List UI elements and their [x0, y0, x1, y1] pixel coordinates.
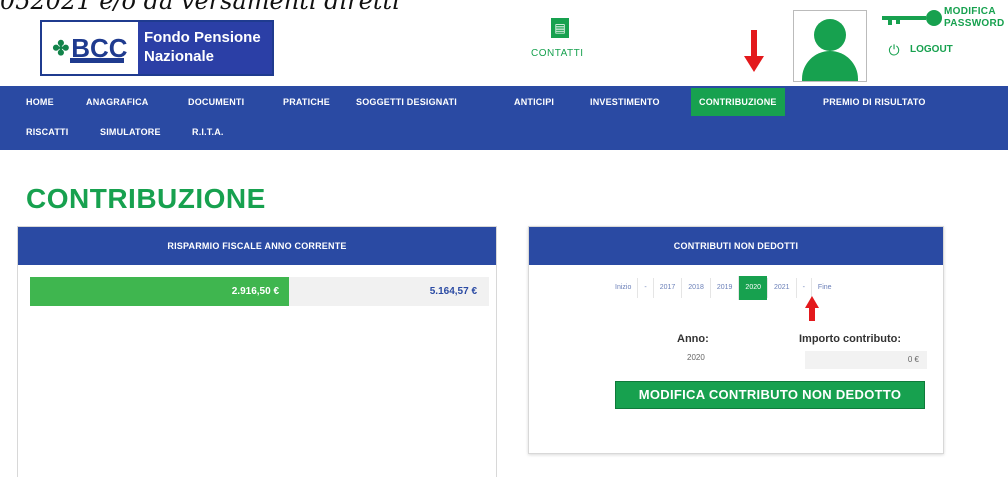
avatar-body [802, 51, 858, 81]
pager-next[interactable]: - [795, 278, 811, 298]
logo-name-line1: Fondo Pensione [144, 29, 261, 46]
nav-rita[interactable]: R.I.T.A. [184, 118, 232, 146]
annotation-arrow-head [744, 56, 764, 72]
pager-year-2018[interactable]: 2018 [681, 278, 710, 298]
importo-field: 0 € [805, 351, 927, 369]
avatar-head [814, 19, 846, 51]
nav-anagrafica[interactable]: ANAGRAFICA [78, 88, 157, 116]
main-navbar: HOME ANAGRAFICA DOCUMENTI PRATICHE SOGGE… [0, 86, 1008, 150]
annotation-arrow-shaft [751, 30, 757, 58]
key-icon[interactable] [882, 10, 944, 26]
power-icon[interactable]: ⏻ [886, 42, 902, 58]
risparmio-progress-bar: 2.916,50 € 5.164,57 € [30, 277, 489, 306]
pager-year-2020[interactable]: 2020 [738, 276, 767, 300]
anno-value: 2020 [687, 353, 705, 362]
pager-year-2017[interactable]: 2017 [652, 278, 682, 298]
risparmio-fiscale-panel: RISPARMIO FISCALE ANNO CORRENTE 2.916,50… [17, 226, 497, 477]
nav-contribuzione[interactable]: CONTRIBUZIONE [691, 88, 785, 116]
nav-home[interactable]: HOME [18, 88, 62, 116]
importo-label: Importo contributo: [799, 333, 902, 345]
bcc-logo-mark: ✤ BCC [42, 22, 138, 74]
pager-year-2021[interactable]: 2021 [767, 278, 796, 298]
page-title: CONTRIBUZIONE [26, 183, 266, 214]
modifica-password-label: MODIFICA PASSWORD [944, 6, 1005, 29]
pager-last[interactable]: Fine [810, 278, 838, 298]
nav-soggetti-designati[interactable]: SOGGETTI DESIGNATI [348, 88, 465, 116]
nav-premio-di-risultato[interactable]: PREMIO DI RISULTATO [815, 88, 934, 116]
nav-investimento[interactable]: INVESTIMENTO [582, 88, 668, 116]
logo-fund-name: Fondo Pensione Nazionale [138, 22, 272, 74]
modifica-contributo-button[interactable]: MODIFICA CONTRIBUTO NON DEDOTTO [615, 381, 925, 409]
anno-label: Anno: [677, 333, 709, 345]
document-caption: 052021 e/o da versamenti diretti [0, 0, 400, 15]
user-avatar [793, 10, 867, 82]
pager-prev[interactable]: - [637, 278, 652, 298]
pager-year-2019[interactable]: 2019 [709, 278, 739, 298]
risparmio-panel-header: RISPARMIO FISCALE ANNO CORRENTE [18, 227, 496, 265]
pager-first[interactable]: Inizio [609, 278, 637, 298]
nav-documenti[interactable]: DOCUMENTI [180, 88, 252, 116]
nav-simulatore[interactable]: SIMULATORE [92, 118, 169, 146]
bcc-logo[interactable]: ✤ BCC Fondo Pensione Nazionale [40, 20, 274, 76]
annotation-arrow-shaft [809, 307, 815, 321]
contributi-non-dedotti-panel: CONTRIBUTI NON DEDOTTI Inizio - 2017 201… [528, 226, 944, 454]
bcc-logo-subbar [70, 58, 124, 63]
risparmio-total-value: 5.164,57 € [429, 286, 477, 297]
bcc-clover-icon: ✤ [52, 37, 70, 60]
year-pagination: Inizio - 2017 2018 2019 2020 2021 - Fine [609, 276, 838, 300]
nav-pratiche[interactable]: PRATICHE [275, 88, 338, 116]
nav-riscatti[interactable]: RISCATTI [18, 118, 76, 146]
contributi-panel-header: CONTRIBUTI NON DEDOTTI [529, 227, 943, 265]
logout-link[interactable]: LOGOUT [910, 44, 953, 55]
contact-card-icon[interactable]: ▤ [551, 18, 569, 38]
contatti-link[interactable]: CONTATTI [531, 48, 584, 59]
logo-name-line2: Nazionale [144, 48, 215, 65]
risparmio-progress-fill: 2.916,50 € [30, 277, 289, 306]
nav-anticipi[interactable]: ANTICIPI [506, 88, 562, 116]
modifica-password-link[interactable]: MODIFICA PASSWORD [944, 6, 1008, 30]
importo-value: 0 € [907, 355, 919, 364]
